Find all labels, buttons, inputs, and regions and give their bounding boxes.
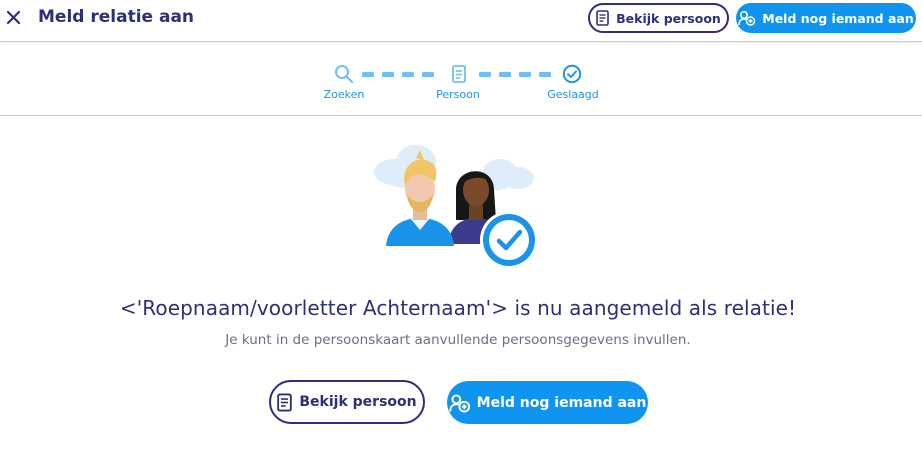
check-badge-icon [480, 211, 538, 269]
step-connector [479, 72, 491, 77]
view-person-label: Bekijk persoon [616, 10, 721, 26]
success-headline: <'Roepnaam/voorletter Achternaam'> is nu… [119, 296, 797, 320]
add-person-icon [448, 393, 470, 412]
success-illustration [374, 145, 538, 269]
add-another-label: Meld nog iemand aan [762, 10, 914, 26]
step-connector [519, 72, 531, 77]
view-person-button-main[interactable]: Bekijk persoon [269, 380, 425, 424]
step-connector [422, 72, 434, 77]
view-person-button[interactable]: Bekijk persoon [588, 3, 729, 33]
close-icon[interactable] [4, 8, 24, 28]
person-card-icon [596, 10, 609, 26]
step-label-success: Geslaagd [547, 88, 599, 101]
step-label-search: Zoeken [323, 88, 365, 101]
page-title: Meld relatie aan [38, 7, 195, 27]
top-bar: Meld relatie aan Bekijk persoon Meld nog… [0, 0, 922, 42]
person-card-icon [277, 393, 293, 411]
person-card-icon [452, 65, 466, 83]
check-circle-icon [562, 64, 582, 84]
success-subline: Je kunt in de persoonskaart aanvullende … [225, 332, 691, 348]
progress-stepper: Zoeken Persoon Geslaagd [0, 42, 922, 116]
step-connector [362, 72, 374, 77]
search-icon [335, 65, 354, 84]
add-another-button-main[interactable]: Meld nog iemand aan [447, 381, 648, 424]
step-label-person: Persoon [436, 88, 480, 101]
step-connector [402, 72, 414, 77]
step-connector [539, 72, 551, 77]
add-person-icon [738, 10, 756, 26]
step-connector [499, 72, 511, 77]
add-another-button[interactable]: Meld nog iemand aan [736, 3, 916, 33]
add-another-label: Meld nog iemand aan [476, 394, 647, 411]
view-person-label: Bekijk persoon [299, 394, 417, 410]
step-connector [382, 72, 394, 77]
clouds [374, 145, 534, 191]
